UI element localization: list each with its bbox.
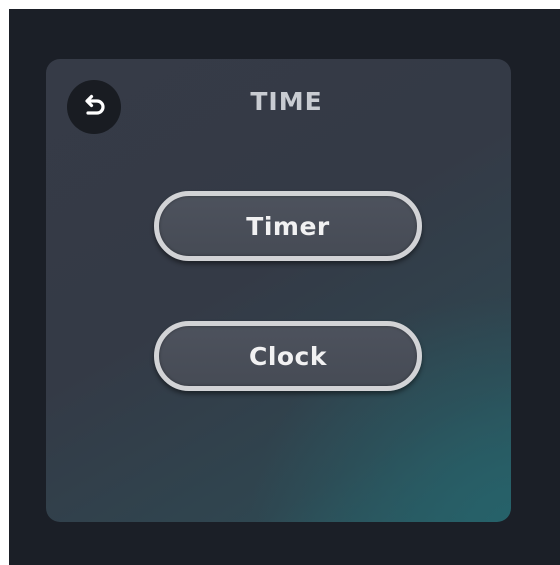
clock-button[interactable]: Clock: [154, 321, 422, 391]
timer-button[interactable]: Timer: [154, 191, 422, 261]
clock-button-label: Clock: [248, 341, 328, 371]
timer-button-label: Timer: [246, 211, 330, 241]
app-screen: TIME Timer Clock: [9, 9, 560, 565]
page-title: TIME: [250, 87, 323, 116]
time-menu-panel: TIME Timer Clock: [46, 59, 511, 522]
